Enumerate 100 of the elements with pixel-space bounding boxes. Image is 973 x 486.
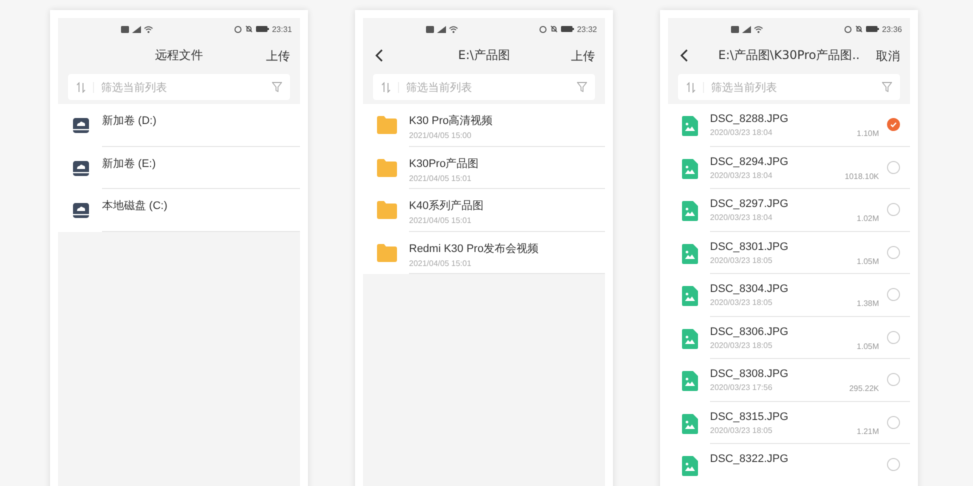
file-size: 1.05M xyxy=(856,256,879,266)
battery-icon xyxy=(560,26,574,32)
filter-icon[interactable] xyxy=(882,82,892,92)
alarm-icon xyxy=(234,25,242,33)
item-name: K30 Pro高清视频 xyxy=(409,114,494,128)
item-name: DSC_8322.JPG xyxy=(710,453,790,465)
list-item[interactable]: DSC_8308.JPG 2020/03/23 17:56 295.22K xyxy=(668,359,910,402)
screen-title: 远程文件 xyxy=(155,46,203,64)
select-checkbox[interactable] xyxy=(887,246,900,258)
item-date: 2020/03/23 17:56 xyxy=(710,383,774,392)
image-file-icon xyxy=(682,456,698,476)
wifi-icon xyxy=(754,26,763,32)
list-item[interactable]: Redmi K30 Pro发布会视频 2021/04/05 15:01 xyxy=(363,232,605,274)
list-item[interactable]: DSC_8322.JPG xyxy=(668,444,910,486)
battery-icon xyxy=(256,26,269,32)
alarm-icon xyxy=(844,25,852,33)
status-time: 23:31 xyxy=(272,24,292,34)
list-item[interactable]: K30 Pro高清视频 2021/04/05 15:00 xyxy=(363,104,605,146)
hard-drive-icon xyxy=(72,116,90,134)
hard-drive-icon xyxy=(72,158,90,176)
select-checkbox[interactable] xyxy=(887,160,900,174)
file-size: 1018.10K xyxy=(844,172,879,180)
item-name: DSC_8297.JPG xyxy=(710,198,790,210)
item-name: DSC_8294.JPG xyxy=(710,156,790,168)
list-item[interactable]: DSC_8304.JPG 2020/03/23 18:05 1.38M xyxy=(668,274,910,316)
item-date: 2020/03/23 18:05 xyxy=(710,426,774,434)
image-file-icon xyxy=(682,328,698,348)
status-time: 23:36 xyxy=(882,24,902,34)
select-checkbox[interactable] xyxy=(887,288,900,301)
file-size: 1.05M xyxy=(856,342,879,350)
sort-icon[interactable] xyxy=(76,82,94,92)
header-action-button[interactable]: 上传 xyxy=(266,48,290,65)
item-date: 2020/03/23 18:04 xyxy=(710,128,774,137)
filter-icon[interactable] xyxy=(577,82,587,92)
item-date: 2021/04/05 15:01 xyxy=(409,216,472,225)
list-item[interactable]: DSC_8294.JPG 2020/03/23 18:04 1018.10K xyxy=(668,146,910,189)
item-date: 2021/04/05 15:00 xyxy=(409,131,472,140)
folder-icon xyxy=(377,116,397,134)
header-action-button[interactable]: 取消 xyxy=(876,48,900,65)
item-name: DSC_8308.JPG xyxy=(710,368,790,380)
list-item[interactable]: DSC_8288.JPG 2020/03/23 18:04 1.10M xyxy=(668,104,910,146)
item-date: 2021/04/05 15:01 xyxy=(409,258,472,268)
filter-icon[interactable] xyxy=(272,82,282,92)
item-date: 2020/03/23 18:05 xyxy=(710,256,774,264)
folder-icon xyxy=(377,201,397,219)
item-name: DSC_8301.JPG xyxy=(710,240,790,252)
image-file-icon xyxy=(682,286,698,306)
select-checkbox[interactable] xyxy=(887,416,900,428)
file-size: 1.10M xyxy=(856,129,879,138)
list-item[interactable]: DSC_8306.JPG 2020/03/23 18:05 1.05M xyxy=(668,316,910,359)
item-name: DSC_8304.JPG xyxy=(710,283,790,295)
sim-card-icon xyxy=(121,26,129,32)
header-action-button[interactable]: 上传 xyxy=(571,48,595,65)
signal-icon xyxy=(742,26,751,32)
signal-icon xyxy=(132,26,141,32)
sort-icon[interactable] xyxy=(686,82,704,92)
item-date: 2020/03/23 18:04 xyxy=(710,170,774,180)
list-item[interactable]: 新加卷 (E:) xyxy=(58,146,300,189)
list-item[interactable]: DSC_8297.JPG 2020/03/23 18:04 1.02M xyxy=(668,189,910,232)
image-file-icon xyxy=(682,201,698,221)
sim-card-icon xyxy=(731,26,739,32)
wifi-icon xyxy=(144,26,153,32)
back-icon[interactable] xyxy=(375,49,383,62)
folder-icon xyxy=(377,158,397,176)
file-size: 295.22K xyxy=(849,384,879,393)
file-size: 1.21M xyxy=(856,426,879,436)
item-name: 新加卷 (E:) xyxy=(102,156,157,170)
list-item[interactable]: DSC_8301.JPG 2020/03/23 18:05 1.05M xyxy=(668,232,910,274)
select-checkbox[interactable] xyxy=(887,118,900,131)
select-checkbox[interactable] xyxy=(887,203,900,216)
alarm-icon xyxy=(538,25,547,33)
file-size: 1.02M xyxy=(856,214,879,223)
list-item[interactable]: K40系列产品图 2021/04/05 15:01 xyxy=(363,189,605,232)
item-name: DSC_8306.JPG xyxy=(710,326,790,338)
list-item[interactable]: DSC_8315.JPG 2020/03/23 18:05 1.21M xyxy=(668,402,910,444)
list-item[interactable]: K30Pro产品图 2021/04/05 15:01 xyxy=(363,146,605,189)
hard-drive-icon xyxy=(72,201,90,219)
item-name: Redmi K30 Pro发布会视频 xyxy=(409,242,540,256)
screen-title: E:\产品图\K30Pro产品图.. xyxy=(718,46,860,64)
select-checkbox[interactable] xyxy=(887,330,900,344)
image-file-icon xyxy=(682,244,698,264)
image-file-icon xyxy=(682,414,698,434)
select-checkbox[interactable] xyxy=(887,373,900,386)
bell-off-icon xyxy=(244,25,253,33)
screen-title: E:\产品图 xyxy=(458,46,510,64)
image-file-icon xyxy=(682,158,698,178)
list-item[interactable]: 新加卷 (D:) xyxy=(58,104,300,146)
item-date: 2021/04/05 15:01 xyxy=(409,174,472,182)
bell-off-icon xyxy=(550,25,558,33)
image-file-icon xyxy=(682,116,698,136)
list-item[interactable]: 本地磁盘 (C:) xyxy=(58,189,300,232)
back-icon[interactable] xyxy=(680,49,688,62)
folder-icon xyxy=(377,244,397,262)
image-file-icon xyxy=(682,371,698,391)
select-checkbox[interactable] xyxy=(887,458,900,471)
item-name: 新加卷 (D:) xyxy=(102,114,158,128)
sort-icon[interactable] xyxy=(381,82,399,92)
file-size: 1.38M xyxy=(856,299,879,308)
item-name: K40系列产品图 xyxy=(409,198,485,213)
status-time: 23:32 xyxy=(576,24,597,34)
